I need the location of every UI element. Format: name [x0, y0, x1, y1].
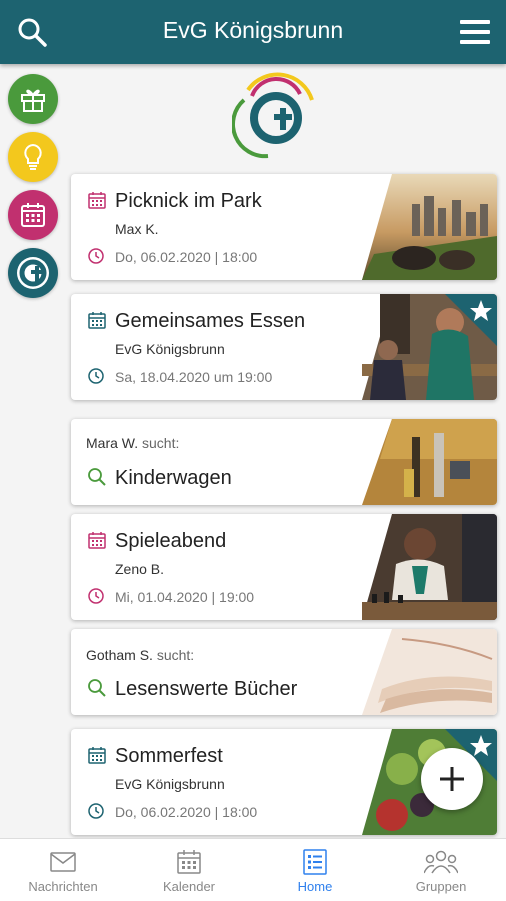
- menu-icon[interactable]: [457, 14, 493, 50]
- tab-gruppen[interactable]: Gruppen: [378, 839, 504, 901]
- search-photo: [362, 629, 497, 715]
- tab-home[interactable]: Home: [252, 839, 378, 901]
- event-organizer: EvG Königsbrunn: [115, 776, 225, 792]
- tab-label: Kalender: [162, 879, 216, 894]
- sidebar-item-church[interactable]: [8, 248, 58, 298]
- search-title: Lesenswerte Bücher: [115, 678, 298, 700]
- clock-icon: [88, 803, 104, 819]
- mail-icon: [50, 852, 76, 872]
- bottom-navigation: Nachrichten Kalender Home Gruppen: [0, 838, 506, 901]
- search-icon: [88, 679, 106, 697]
- search-photo: [362, 419, 497, 505]
- search-seeker: Mara W. sucht:: [86, 435, 180, 451]
- lightbulb-icon: [24, 143, 42, 170]
- add-button[interactable]: [421, 748, 483, 810]
- tab-label: Home: [297, 879, 333, 894]
- event-title: Picknick im Park: [115, 190, 262, 212]
- search-card[interactable]: Mara W. sucht: Kinderwagen: [71, 419, 497, 505]
- event-photo: [362, 514, 497, 620]
- calendar-icon: [177, 850, 201, 874]
- page-title: EvG Königsbrunn: [162, 17, 344, 43]
- event-organizer: Max K.: [115, 221, 159, 237]
- event-title: Sommerfest: [115, 745, 223, 767]
- search-seeker: Gotham S. sucht:: [86, 647, 195, 663]
- event-card[interactable]: Gemeinsames Essen EvG Königsbrunn Sa, 18…: [71, 294, 497, 400]
- group-icon: [424, 850, 458, 874]
- event-title: Gemeinsames Essen: [115, 310, 306, 332]
- event-datetime: Do, 06.02.2020 | 18:00: [115, 249, 258, 265]
- search-card[interactable]: Gotham S. sucht: Lesenswerte Bücher: [71, 629, 497, 715]
- church-logo-icon: [17, 257, 49, 289]
- tab-nachrichten[interactable]: Nachrichten: [0, 839, 126, 901]
- list-icon: [303, 849, 327, 875]
- calendar-icon: [88, 192, 106, 209]
- tab-label: Gruppen: [415, 879, 467, 894]
- search-title: Kinderwagen: [115, 467, 232, 489]
- app-header: EvG Königsbrunn: [0, 0, 506, 64]
- search-icon: [88, 468, 106, 486]
- clock-icon: [88, 588, 104, 604]
- calendar-icon: [88, 747, 106, 764]
- calendar-icon: [88, 312, 106, 329]
- calendar-icon: [21, 203, 45, 227]
- sidebar-item-idea[interactable]: [8, 132, 58, 182]
- tab-kalender[interactable]: Kalender: [126, 839, 252, 901]
- event-card[interactable]: Picknick im Park Max K. Do, 06.02.2020 |…: [71, 174, 497, 280]
- calendar-icon: [88, 532, 106, 549]
- event-photo: [362, 174, 497, 280]
- sidebar-item-calendar[interactable]: [8, 190, 58, 240]
- gift-icon: [21, 89, 45, 112]
- sidebar-item-gift[interactable]: [8, 74, 58, 124]
- event-organizer: Zeno B.: [115, 561, 165, 577]
- clock-icon: [88, 248, 104, 264]
- event-card[interactable]: Spieleabend Zeno B. Mi, 01.04.2020 | 19:…: [71, 514, 497, 620]
- church-logo: [231, 70, 314, 162]
- favorite-star-badge[interactable]: [445, 294, 497, 346]
- tab-label: Nachrichten: [28, 879, 98, 894]
- event-datetime: Mi, 01.04.2020 | 19:00: [115, 589, 255, 605]
- event-organizer: EvG Königsbrunn: [115, 341, 225, 357]
- event-datetime: Sa, 18.04.2020 um 19:00: [115, 369, 273, 385]
- event-title: Spieleabend: [115, 530, 227, 552]
- event-datetime: Do, 06.02.2020 | 18:00: [115, 804, 258, 820]
- clock-icon: [88, 368, 104, 384]
- plus-icon: [440, 767, 464, 791]
